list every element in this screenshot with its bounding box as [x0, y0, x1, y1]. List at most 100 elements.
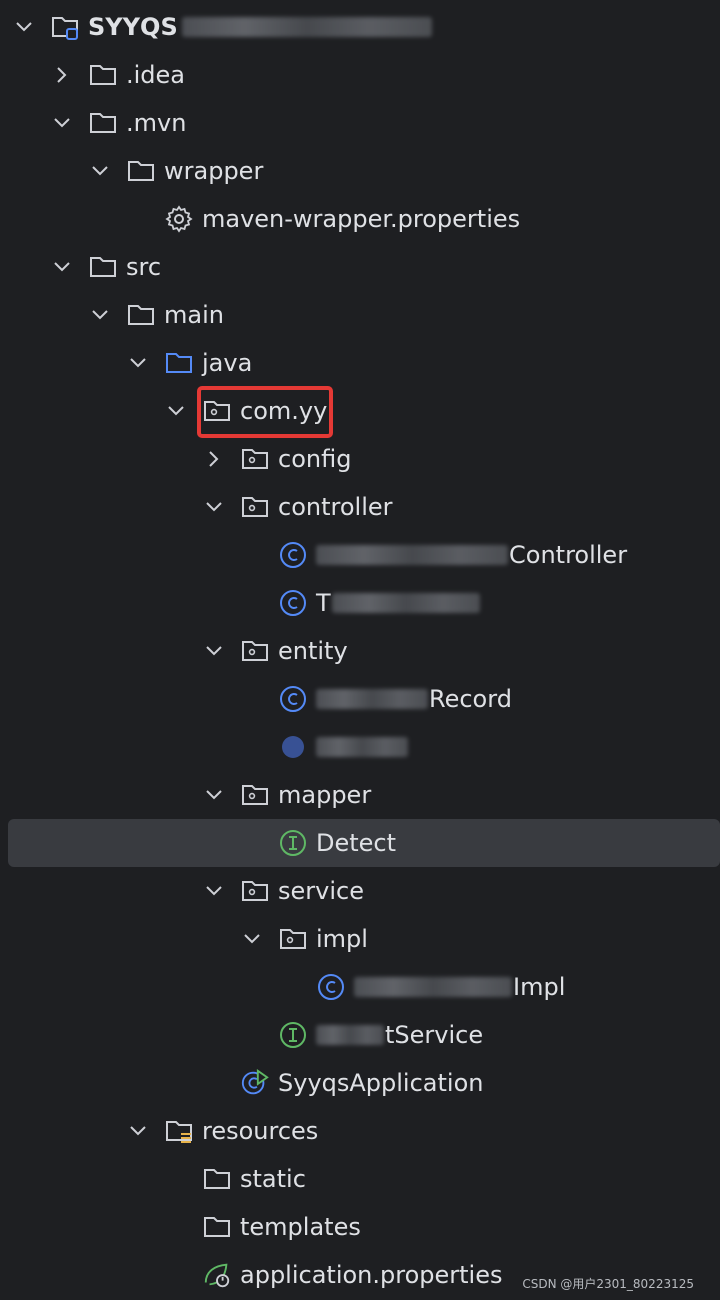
tree-label: wrapper	[164, 157, 264, 185]
tree-label: static	[240, 1165, 306, 1193]
class-icon	[278, 540, 308, 570]
tree-row-maven-wrapper-properties[interactable]: maven-wrapper.properties	[0, 195, 720, 243]
spring-properties-icon	[202, 1260, 232, 1290]
package-icon	[240, 636, 270, 666]
chevron-down-icon[interactable]	[126, 351, 150, 375]
tree-label: mapper	[278, 781, 372, 809]
tree-label: entity	[278, 637, 348, 665]
folder-icon	[88, 108, 118, 138]
tree-label: .mvn	[126, 109, 187, 137]
chevron-down-icon[interactable]	[202, 783, 226, 807]
tree-row-service[interactable]: service	[0, 867, 720, 915]
tree-row-resources[interactable]: resources	[0, 1107, 720, 1155]
tree-label: T	[316, 589, 331, 617]
chevron-right-icon[interactable]	[50, 63, 74, 87]
tree-label: Detect	[316, 829, 397, 857]
chevron-down-icon[interactable]	[88, 159, 112, 183]
package-icon	[240, 780, 270, 810]
class-name-redacted	[332, 593, 480, 613]
package-icon	[240, 876, 270, 906]
package-icon	[240, 444, 270, 474]
highlight-box	[197, 386, 333, 438]
chevron-down-icon[interactable]	[240, 927, 264, 951]
tree-row-test-controller[interactable]: T	[0, 579, 720, 627]
chevron-down-icon[interactable]	[126, 1119, 150, 1143]
chevron-down-icon[interactable]	[164, 399, 188, 423]
project-folder-icon	[50, 12, 80, 42]
tree-label: resources	[202, 1117, 319, 1145]
tree-label: config	[278, 445, 352, 473]
watermark: CSDN @用户2301_80223125	[522, 1277, 694, 1291]
class-icon	[278, 588, 308, 618]
spring-boot-run-icon	[240, 1068, 270, 1098]
class-icon	[316, 972, 346, 1002]
tree-row-redacted-entity[interactable]	[0, 723, 720, 771]
tree-row-controller-class[interactable]: Controller	[0, 531, 720, 579]
tree-label: service	[278, 877, 364, 905]
tree-label: application.properties	[240, 1261, 503, 1289]
project-path-redacted	[182, 17, 432, 37]
folder-icon	[126, 300, 156, 330]
tree-row-service-interface[interactable]: tService	[0, 1011, 720, 1059]
tree-row-mapper[interactable]: mapper	[0, 771, 720, 819]
tree-row-idea[interactable]: .idea	[0, 51, 720, 99]
tree-label: controller	[278, 493, 393, 521]
source-folder-icon	[164, 348, 194, 378]
interface-icon	[278, 1020, 308, 1050]
tree-row-package-com-yy[interactable]: com.yy	[0, 387, 720, 435]
tree-row-config[interactable]: config	[0, 435, 720, 483]
project-name: SYYQS	[88, 13, 178, 41]
folder-icon	[202, 1212, 232, 1242]
tree-label: java	[202, 349, 253, 377]
tree-row-wrapper[interactable]: wrapper	[0, 147, 720, 195]
folder-icon	[126, 156, 156, 186]
tree-row-entity[interactable]: entity	[0, 627, 720, 675]
chevron-down-icon[interactable]	[50, 111, 74, 135]
chevron-down-icon[interactable]	[12, 15, 36, 39]
class-name-redacted	[316, 545, 508, 565]
tree-row-impl-class[interactable]: Impl	[0, 963, 720, 1011]
gear-icon	[164, 204, 194, 234]
tree-row-templates[interactable]: templates	[0, 1203, 720, 1251]
tree-row-mvn[interactable]: .mvn	[0, 99, 720, 147]
resources-folder-icon	[164, 1116, 194, 1146]
tree-label: templates	[240, 1213, 361, 1241]
class-icon	[278, 684, 308, 714]
tree-label: maven-wrapper.properties	[202, 205, 521, 233]
folder-icon	[202, 1164, 232, 1194]
tree-row-java[interactable]: java	[0, 339, 720, 387]
tree-row-controller[interactable]: controller	[0, 483, 720, 531]
tree-row-src[interactable]: src	[0, 243, 720, 291]
tree-label: Impl	[513, 973, 566, 1001]
tree-label: SyyqsApplication	[278, 1069, 484, 1097]
tree-row-application-class[interactable]: SyyqsApplication	[0, 1059, 720, 1107]
chevron-down-icon[interactable]	[202, 495, 226, 519]
folder-icon	[88, 60, 118, 90]
tree-label: .idea	[126, 61, 186, 89]
tree-row-main[interactable]: main	[0, 291, 720, 339]
class-name-redacted	[316, 737, 408, 757]
tree-label: impl	[316, 925, 368, 953]
package-icon	[278, 924, 308, 954]
tree-row-static[interactable]: static	[0, 1155, 720, 1203]
interface-icon	[278, 828, 308, 858]
chevron-right-icon[interactable]	[202, 447, 226, 471]
chevron-down-icon[interactable]	[88, 303, 112, 327]
tree-label: main	[164, 301, 224, 329]
tree-label: tService	[385, 1021, 484, 1049]
tree-label: src	[126, 253, 162, 281]
tree-row-impl[interactable]: impl	[0, 915, 720, 963]
package-icon	[240, 492, 270, 522]
tree-row-detect-interface[interactable]: Detect	[8, 819, 720, 867]
class-name-redacted	[316, 1025, 384, 1045]
chevron-down-icon[interactable]	[50, 255, 74, 279]
folder-icon	[88, 252, 118, 282]
class-name-redacted	[316, 689, 428, 709]
tree-row-record-class[interactable]: Record	[0, 675, 720, 723]
chevron-down-icon[interactable]	[202, 639, 226, 663]
tree-row-project[interactable]: SYYQS	[0, 3, 720, 51]
chevron-down-icon[interactable]	[202, 879, 226, 903]
tree-label: Record	[429, 685, 512, 713]
entity-icon	[278, 732, 308, 762]
class-name-redacted	[354, 977, 512, 997]
